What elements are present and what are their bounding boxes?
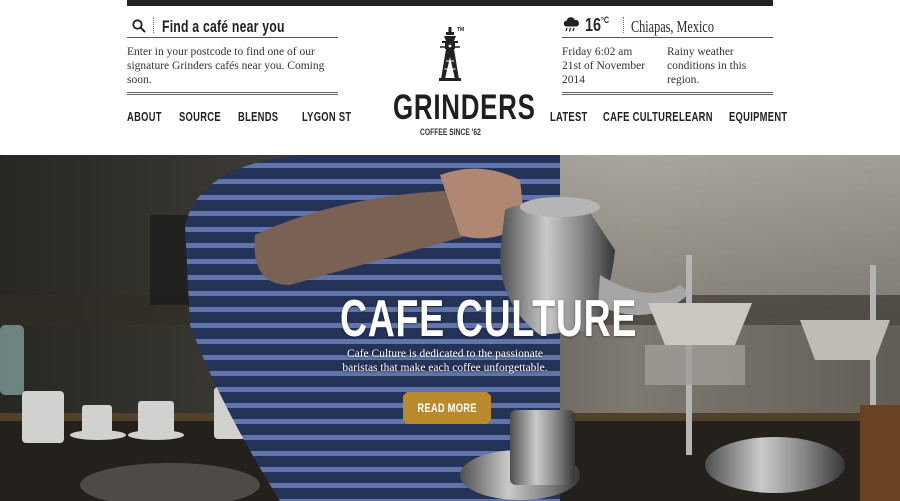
cafe-finder-description: Enter in your postcode to find one of ou… <box>127 46 325 86</box>
trademark-mark: TM <box>457 27 465 33</box>
temperature-value: 16 <box>585 15 602 35</box>
cafe-finder: Find a café near you Enter in your postc… <box>127 14 338 95</box>
nav-blends[interactable]: BLENDS <box>238 110 278 124</box>
weather-day-time: Friday 6:02 am <box>562 46 633 58</box>
nav-equipment[interactable]: EQUIPMENT <box>729 110 787 124</box>
divider <box>623 17 624 33</box>
cafe-finder-header: Find a café near you <box>127 14 338 38</box>
weather-details: Friday 6:02 am 21st of November 2014 Rai… <box>562 45 773 87</box>
nav-source[interactable]: SOURCE <box>179 110 221 124</box>
hero-banner: CAFE CULTURE Cafe Culture is dedicated t… <box>0 155 900 501</box>
nav-latest[interactable]: LATEST <box>550 110 588 124</box>
divider <box>153 17 154 33</box>
read-more-button[interactable]: READ MORE <box>403 392 491 424</box>
double-rule <box>562 92 773 95</box>
nav-about[interactable]: ABOUT <box>127 110 162 124</box>
logo[interactable]: TM <box>380 25 520 85</box>
brand-name[interactable]: GRINDERS <box>393 88 536 128</box>
weather-header: 16°C Chiapas, Mexico <box>562 14 773 38</box>
hero-subtitle: Cafe Culture is dedicated to the passion… <box>342 348 548 374</box>
cafe-finder-heading[interactable]: Find a café near you <box>162 17 285 37</box>
double-rule <box>127 92 338 95</box>
weather-location: Chiapas, Mexico <box>631 17 714 36</box>
top-bar <box>127 0 773 6</box>
nav-learn[interactable]: LEARN <box>679 110 713 124</box>
search-icon[interactable] <box>132 19 146 33</box>
nav-lygon-st[interactable]: LYGON ST <box>302 110 351 124</box>
weather-date: 21st of November 2014 <box>562 60 646 86</box>
temperature-unit: °C <box>601 15 610 25</box>
weather-widget: 16°C Chiapas, Mexico Friday 6:02 am 21st… <box>562 14 773 95</box>
weather-datetime: Friday 6:02 am 21st of November 2014 <box>562 45 667 87</box>
hero-title: CAFE CULTURE <box>340 290 638 348</box>
grinder-tower-icon <box>439 27 461 81</box>
weather-conditions: Rainy weather conditions in this region. <box>667 46 747 86</box>
read-more-label: READ MORE <box>417 401 477 415</box>
brand-tagline: COFFEE SINCE '62 <box>420 127 481 137</box>
temperature: 16°C <box>585 15 609 36</box>
rain-cloud-icon <box>563 17 579 32</box>
nav-cafe-culture[interactable]: CAFE CULTURE <box>603 110 679 124</box>
